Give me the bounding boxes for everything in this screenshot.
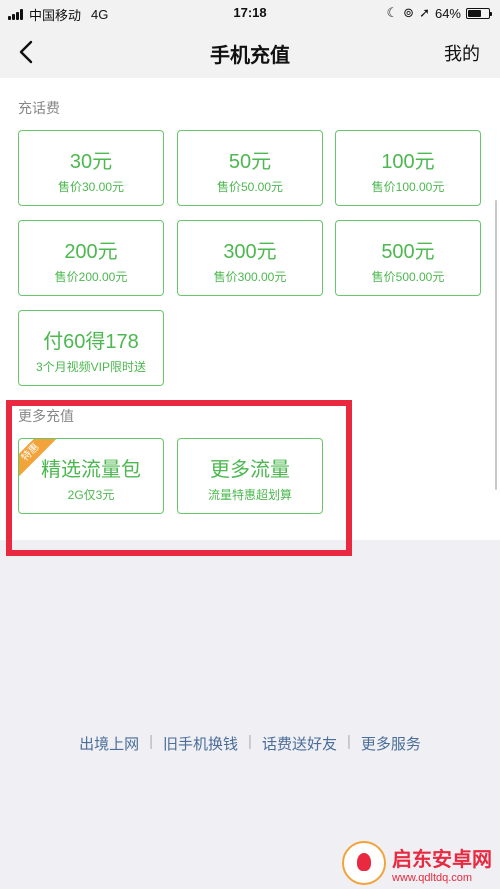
card-title: 更多流量 xyxy=(210,459,290,481)
card-desc: 2G仅3元 xyxy=(67,488,115,502)
card-amount: 30元 xyxy=(69,151,113,173)
my-account-link[interactable]: 我的 xyxy=(444,40,480,66)
card-price: 售价100.00元 xyxy=(371,180,445,194)
topup-card-300[interactable]: 300元 售价300.00元 xyxy=(177,220,323,296)
card-amount: 100元 xyxy=(381,151,435,173)
watermark-logo-icon xyxy=(342,841,386,885)
watermark: 启东安卓网 www.qdltdq.com xyxy=(342,841,492,885)
topup-card-30[interactable]: 30元 售价30.00元 xyxy=(18,130,164,206)
topup-card-200[interactable]: 200元 售价200.00元 xyxy=(18,220,164,296)
battery-percent: 64% xyxy=(434,5,461,21)
topup-section-label: 充话费 xyxy=(18,100,60,116)
divider: | xyxy=(149,733,154,750)
watermark-text: 启东安卓网 www.qdltdq.com xyxy=(392,843,492,884)
card-price: 售价500.00元 xyxy=(371,270,445,284)
link-gift-credit[interactable]: 话费送好友 xyxy=(262,733,337,754)
topup-card-50[interactable]: 50元 售价50.00元 xyxy=(177,130,323,206)
scrollbar[interactable] xyxy=(495,200,497,490)
link-overseas-internet[interactable]: 出境上网 xyxy=(79,733,139,754)
card-price: 售价50.00元 xyxy=(216,180,284,194)
watermark-url: www.qdltdq.com xyxy=(392,871,473,884)
more-section-label: 更多充值 xyxy=(18,408,74,424)
footer-links: 出境上网 | 旧手机换钱 | 话费送好友 | 更多服务 xyxy=(0,733,500,754)
card-amount: 300元 xyxy=(223,241,277,263)
navigation-bar: 手机充值 我的 xyxy=(0,26,500,78)
status-right: ☾ ⊚ ➚ 64% xyxy=(386,5,492,21)
page-title: 手机充值 xyxy=(210,45,290,67)
link-more-services[interactable]: 更多服务 xyxy=(361,733,421,754)
card-desc: 流量特惠超划算 xyxy=(207,488,292,502)
card-price: 售价30.00元 xyxy=(57,180,125,194)
topup-card-100[interactable]: 100元 售价100.00元 xyxy=(335,130,481,206)
status-bar: 中国移动 4G 17:18 ☾ ⊚ ➚ 64% xyxy=(0,0,500,26)
card-amount: 200元 xyxy=(64,241,118,263)
card-price: 售价200.00元 xyxy=(54,270,128,284)
link-trade-in-phone[interactable]: 旧手机换钱 xyxy=(163,733,238,754)
watermark-title: 启东安卓网 xyxy=(392,848,492,871)
card-amount: 付60得178 xyxy=(43,331,139,353)
more-data-card[interactable]: 更多流量 流量特惠超划算 xyxy=(177,438,323,514)
battery-icon xyxy=(466,7,492,19)
topup-card-500[interactable]: 500元 售价500.00元 xyxy=(335,220,481,296)
card-amount: 500元 xyxy=(381,241,435,263)
moon-icon: ☾ xyxy=(386,5,399,20)
data-package-card[interactable]: 特惠 精选流量包 2G仅3元 xyxy=(18,438,164,514)
card-amount: 50元 xyxy=(228,151,272,173)
card-title: 精选流量包 xyxy=(41,459,141,481)
rotation-lock-icon: ⊚ xyxy=(403,5,415,20)
topup-card-vip-promo[interactable]: 付60得178 3个月视频VIP限时送 xyxy=(18,310,164,386)
location-icon: ➚ xyxy=(419,5,430,20)
card-price: 售价300.00元 xyxy=(213,270,287,284)
divider: | xyxy=(346,733,351,750)
card-price: 3个月视频VIP限时送 xyxy=(35,360,147,374)
divider: | xyxy=(248,733,252,750)
